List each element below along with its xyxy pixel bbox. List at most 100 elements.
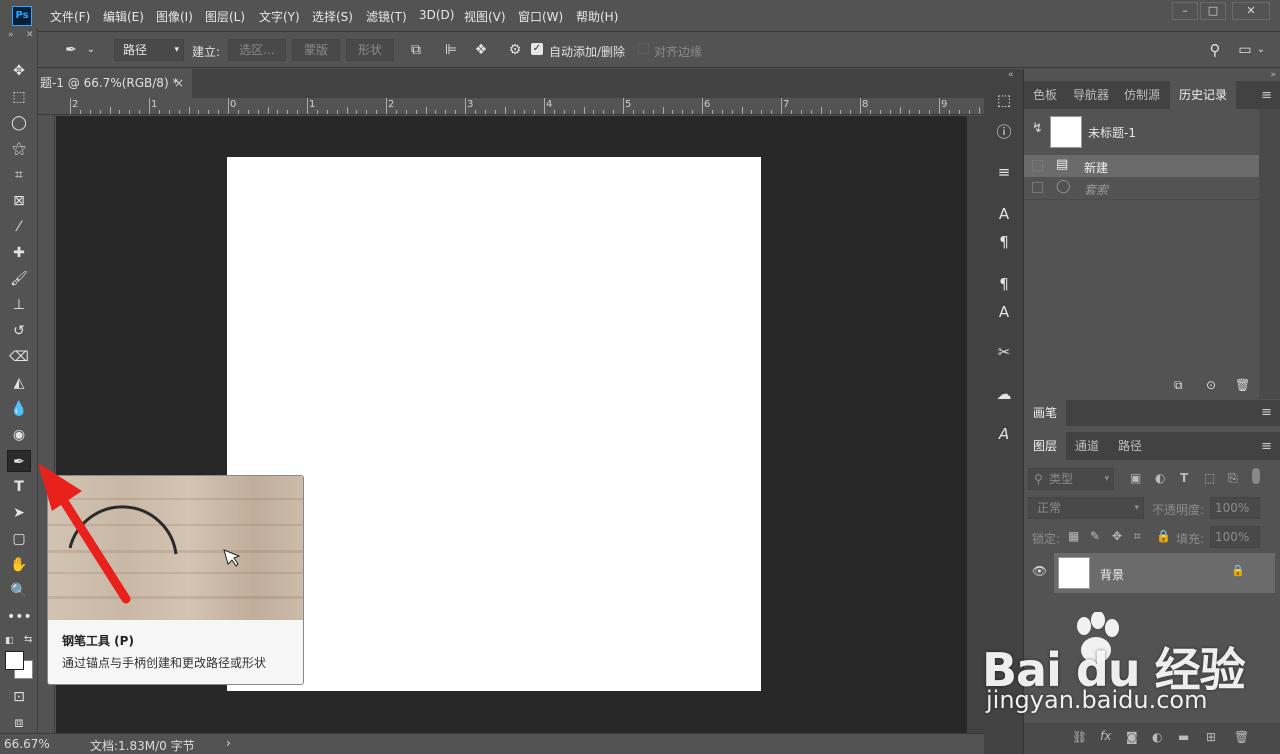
character-icon[interactable]: A bbox=[993, 203, 1015, 225]
layer-row[interactable]: 👁 背景 🔒 bbox=[1024, 553, 1275, 593]
quick-mask-icon[interactable]: ⊡ bbox=[7, 686, 31, 708]
trash-icon[interactable]: 🗑 bbox=[1234, 730, 1249, 744]
filter-type-icon[interactable]: T bbox=[1180, 471, 1188, 485]
document-tab[interactable]: 题-1 @ 66.7%(RGB/8) * × bbox=[38, 69, 192, 98]
auto-add-delete-checkbox[interactable]: ✓ bbox=[531, 43, 543, 55]
add-mask-icon[interactable]: ◙ bbox=[1126, 730, 1138, 744]
opacity-field[interactable]: 100% bbox=[1210, 497, 1260, 519]
glyphs-icon[interactable]: A bbox=[993, 423, 1015, 445]
lock-image-icon[interactable]: ✎ bbox=[1090, 529, 1100, 543]
filter-pixel-icon[interactable]: ▣ bbox=[1130, 471, 1141, 485]
path-alignment-icon[interactable]: ⊫ bbox=[442, 41, 460, 59]
lock-artboard-icon[interactable]: ⌗ bbox=[1134, 529, 1141, 544]
tab-navigator[interactable]: 导航器 bbox=[1066, 81, 1116, 109]
menu-file[interactable]: 文件(F) bbox=[50, 8, 90, 25]
close-window-button[interactable]: ✕ bbox=[1232, 2, 1270, 20]
lock-transparent-icon[interactable]: ▦ bbox=[1068, 529, 1079, 543]
minimize-button[interactable]: – bbox=[1172, 2, 1198, 20]
marquee-tool-icon[interactable]: ⬚ bbox=[7, 86, 31, 108]
info-icon[interactable]: ⓘ bbox=[993, 121, 1015, 143]
fx-icon[interactable]: fx bbox=[1100, 729, 1111, 743]
brush-settings-icon[interactable]: ≡ bbox=[993, 161, 1015, 183]
history-scrollbar[interactable] bbox=[1259, 109, 1280, 399]
history-item[interactable]: ▤ 新建 bbox=[1024, 155, 1259, 177]
lock-position-icon[interactable]: ✥ bbox=[1112, 529, 1122, 543]
panel-menu-icon[interactable]: ≡ bbox=[1261, 439, 1272, 454]
filter-toggle[interactable] bbox=[1252, 468, 1260, 484]
tab-clone-source[interactable]: 仿制源 bbox=[1116, 81, 1168, 109]
panel-menu-icon[interactable]: ≡ bbox=[1261, 405, 1272, 420]
healing-brush-tool-icon[interactable]: ✚ bbox=[7, 242, 31, 264]
tab-history[interactable]: 历史记录 bbox=[1170, 81, 1236, 109]
tab-paths[interactable]: 路径 bbox=[1108, 432, 1152, 460]
workspace-icon[interactable]: ▭ bbox=[1236, 41, 1254, 59]
menu-type[interactable]: 文字(Y) bbox=[259, 8, 300, 25]
menu-select[interactable]: 选择(S) bbox=[312, 8, 353, 25]
default-colors-icon[interactable]: ◧ bbox=[5, 636, 14, 646]
history-item[interactable]: ◯ 套索 bbox=[1024, 177, 1259, 199]
dodge-tool-icon[interactable]: ◉ bbox=[7, 424, 31, 446]
pen-tool-icon[interactable]: ✒ bbox=[7, 450, 31, 472]
expand-panel-icon[interactable]: » bbox=[8, 30, 14, 40]
layer-filter-select[interactable]: ⚲ 类型 ▾ bbox=[1028, 468, 1114, 490]
mode-select[interactable]: 路径 ▾ bbox=[114, 39, 184, 61]
character-styles-icon[interactable]: A bbox=[993, 301, 1015, 323]
crop-tool-icon[interactable]: ⌗ bbox=[7, 164, 31, 186]
hand-tool-icon[interactable]: ✋ bbox=[7, 554, 31, 576]
collapse-icon[interactable]: « bbox=[1008, 70, 1014, 80]
new-document-from-state-icon[interactable]: ⧉ bbox=[1174, 378, 1183, 393]
document-canvas[interactable] bbox=[227, 157, 761, 691]
pen-tool-preset-icon[interactable]: ✒ bbox=[62, 41, 80, 59]
zoom-level[interactable]: 66.67% bbox=[4, 737, 50, 751]
make-selection-button[interactable]: 选区... bbox=[228, 39, 286, 61]
menu-help[interactable]: 帮助(H) bbox=[576, 8, 618, 25]
filter-adjustment-icon[interactable]: ◐ bbox=[1155, 471, 1165, 485]
lock-all-icon[interactable]: 🔒 bbox=[1156, 529, 1171, 543]
eraser-tool-icon[interactable]: ⌫ bbox=[7, 346, 31, 368]
link-layers-icon[interactable]: ⛓ bbox=[1072, 730, 1087, 744]
magic-wand-tool-icon[interactable]: ⚝ bbox=[7, 138, 31, 160]
chevron-down-icon[interactable]: ⌄ bbox=[1256, 41, 1266, 59]
clone-stamp-tool-icon[interactable]: ⊥ bbox=[7, 294, 31, 316]
menu-edit[interactable]: 编辑(E) bbox=[103, 8, 144, 25]
tab-swatches[interactable]: 色板 bbox=[1024, 81, 1066, 109]
gear-icon[interactable]: ⚙ bbox=[506, 41, 524, 59]
eye-icon[interactable]: 👁 bbox=[1032, 564, 1047, 578]
adjustment-layer-icon[interactable]: ◐ bbox=[1152, 730, 1162, 744]
panel-menu-icon[interactable]: ≡ bbox=[1261, 88, 1272, 103]
screen-mode-icon[interactable]: ⧈ bbox=[7, 712, 31, 734]
type-tool-icon[interactable]: T bbox=[7, 476, 31, 498]
search-icon[interactable]: ⚲ bbox=[1206, 41, 1224, 59]
make-mask-button[interactable]: 蒙版 bbox=[292, 39, 340, 61]
blend-mode-select[interactable]: 正常 ▾ bbox=[1028, 497, 1144, 519]
menu-view[interactable]: 视图(V) bbox=[464, 8, 506, 25]
tab-channels[interactable]: 通道 bbox=[1066, 432, 1108, 460]
menu-window[interactable]: 窗口(W) bbox=[518, 8, 563, 25]
align-edges-checkbox[interactable] bbox=[638, 43, 649, 54]
collapse-icon[interactable]: » bbox=[1270, 70, 1276, 80]
tool-presets-icon[interactable]: ✂ bbox=[993, 341, 1015, 363]
chevron-down-icon[interactable]: ⌄ bbox=[86, 41, 96, 59]
swap-colors-icon[interactable]: ⇆ bbox=[24, 634, 32, 645]
path-arrangement-icon[interactable]: ❖ bbox=[472, 41, 490, 59]
paint-bucket-tool-icon[interactable]: ◭ bbox=[7, 372, 31, 394]
history-snapshot[interactable]: ↯ 未标题-1 bbox=[1024, 109, 1259, 153]
menu-layer[interactable]: 图层(L) bbox=[205, 8, 245, 25]
foreground-color-swatch[interactable] bbox=[5, 651, 24, 670]
new-layer-icon[interactable]: ⊞ bbox=[1206, 730, 1216, 744]
make-shape-button[interactable]: 形状 bbox=[346, 39, 394, 61]
zoom-tool-icon[interactable]: 🔍 bbox=[7, 580, 31, 602]
move-tool-icon[interactable]: ✥ bbox=[7, 60, 31, 82]
fill-field[interactable]: 100% bbox=[1210, 526, 1260, 548]
paragraph-styles-icon[interactable]: ¶ bbox=[993, 273, 1015, 295]
libraries-icon[interactable]: ☁ bbox=[993, 383, 1015, 405]
restore-button[interactable]: □ bbox=[1200, 2, 1226, 20]
path-selection-tool-icon[interactable]: ➤ bbox=[7, 502, 31, 524]
brush-tool-icon[interactable]: 🖌 bbox=[7, 268, 31, 290]
more-tools-icon[interactable]: ••• bbox=[7, 606, 32, 628]
filter-shape-icon[interactable]: ⬚ bbox=[1204, 471, 1215, 485]
trash-icon[interactable]: 🗑 bbox=[1235, 378, 1250, 392]
rectangle-tool-icon[interactable]: ▢ bbox=[7, 528, 31, 550]
new-group-icon[interactable]: ▬ bbox=[1178, 730, 1189, 744]
paragraph-icon[interactable]: ¶ bbox=[993, 231, 1015, 253]
